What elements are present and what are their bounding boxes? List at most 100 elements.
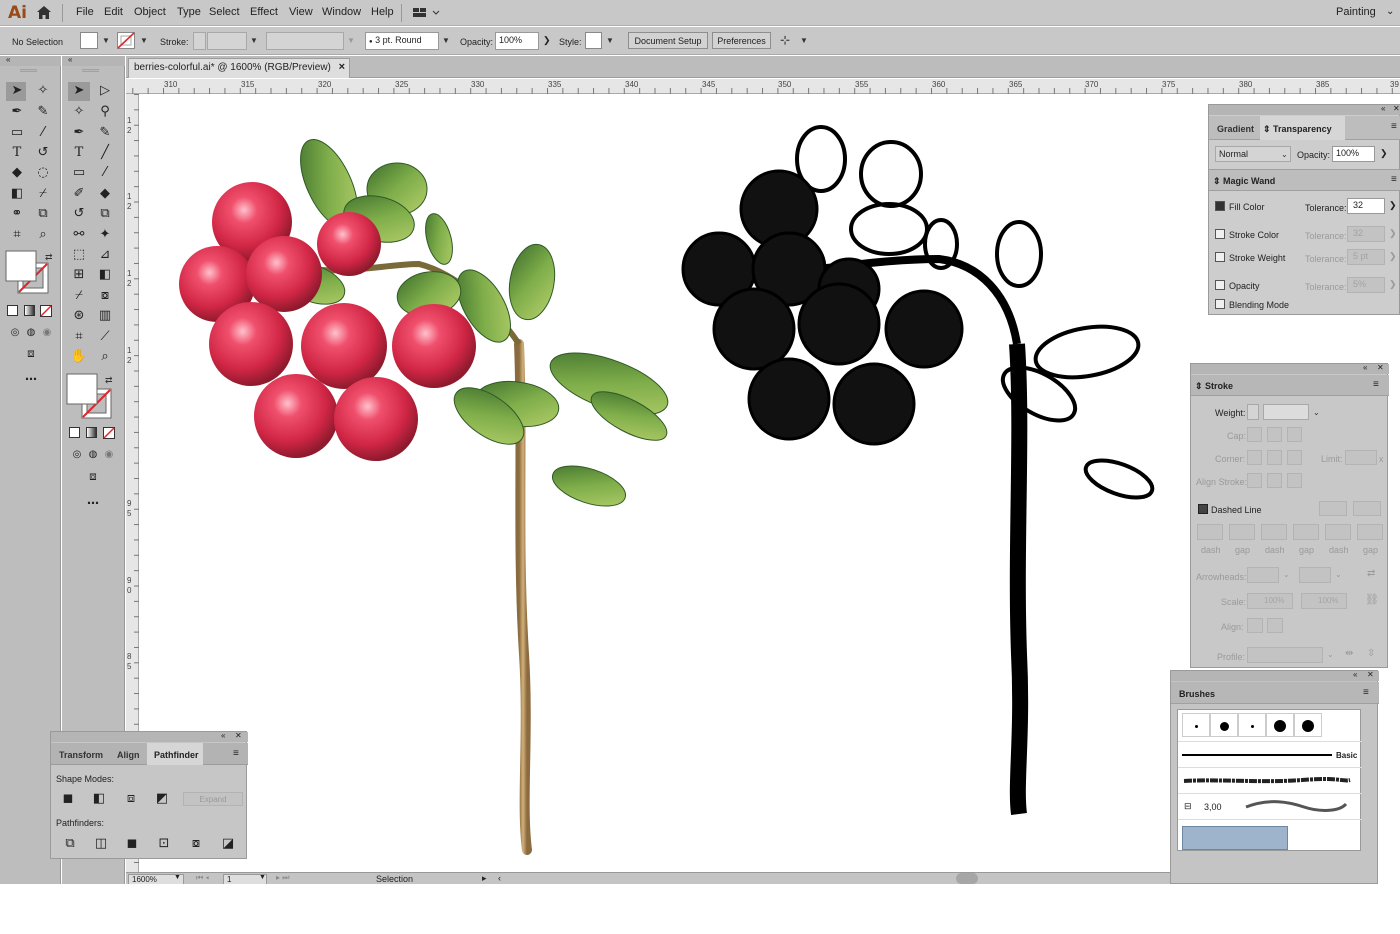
fill-stroke-swatches[interactable]: ⇄ [66, 373, 116, 419]
collapse-icon[interactable]: « [1353, 670, 1357, 679]
paintbrush-tool-icon[interactable]: ⁄ [34, 124, 52, 142]
chevron-right-icon[interactable]: ❯ [543, 35, 551, 46]
menu-file[interactable]: File [76, 6, 94, 18]
chevron-down-icon[interactable]: ⌄ [1313, 408, 1320, 417]
arrange-documents-icon[interactable] [412, 7, 442, 19]
width-tool-icon[interactable]: ⚯ [70, 226, 88, 244]
zoom-tool-icon[interactable]: ⌕ [96, 348, 114, 366]
collapse-icon[interactable]: « [221, 731, 225, 740]
stroke-weight-checkbox[interactable] [1215, 252, 1225, 262]
free-transform-tool-icon[interactable]: ⬚ [70, 246, 88, 264]
gradient-mode-icon[interactable] [86, 427, 97, 438]
eyedropper-tool-icon[interactable]: ⌿ [34, 185, 52, 203]
end-arrowhead-dropdown[interactable] [1299, 567, 1331, 583]
magic-wand-tool-icon[interactable]: ✧ [70, 103, 88, 121]
first-artboard-icon[interactable]: ⏮ ◂ [196, 873, 209, 883]
menu-type[interactable]: Type [177, 6, 201, 18]
menu-view[interactable]: View [289, 6, 313, 18]
close-tab-icon[interactable]: × [339, 61, 345, 73]
preferences-button[interactable]: Preferences [712, 32, 771, 49]
symbol-sprayer-tool-icon[interactable]: ⊛ [70, 307, 88, 325]
menu-object[interactable]: Object [134, 6, 166, 18]
blend-tool-icon[interactable]: ⧇ [96, 287, 114, 305]
blending-mode-checkbox[interactable] [1215, 299, 1225, 309]
document-tab[interactable]: berries-colorful.ai* @ 1600% (RGB/Previe… [128, 58, 350, 78]
curvature-tool-icon[interactable]: ✎ [96, 124, 114, 142]
tab-transparency[interactable]: ⇕ Transparency [1263, 124, 1332, 135]
draw-inside-icon[interactable]: ◉ [38, 324, 56, 342]
link-scale-icon[interactable]: ⛓ [1365, 593, 1379, 606]
tab-gradient[interactable]: Gradient [1217, 124, 1254, 134]
panel-menu-icon[interactable]: ≡ [233, 748, 239, 759]
weight-stepper[interactable] [1247, 404, 1259, 420]
minus-back-icon[interactable]: ◪ [221, 837, 235, 851]
crop-icon[interactable]: ⊡ [157, 837, 171, 851]
stroke-weight-stepper[interactable] [193, 32, 206, 50]
opacity-checkbox[interactable] [1215, 280, 1225, 290]
butt-cap-button[interactable] [1247, 427, 1262, 442]
chevron-right-icon[interactable]: ❯ [1389, 251, 1397, 262]
brush-basic-row[interactable]: Basic [1178, 741, 1362, 767]
chevron-right-icon[interactable]: ❯ [1389, 200, 1397, 211]
flip-horizontal-icon[interactable]: ⇹ [1345, 648, 1353, 659]
fill-color-checkbox[interactable] [1215, 201, 1225, 211]
puppet-warp-tool-icon[interactable]: ✦ [96, 226, 114, 244]
brushes-tab[interactable]: Brushes [1179, 689, 1215, 699]
start-scale-field[interactable]: 100% [1247, 593, 1293, 609]
horizontal-scrollbar-thumb[interactable] [956, 873, 978, 884]
direct-selection-tool-icon[interactable]: ▷ [96, 82, 114, 100]
chevron-down-icon[interactable]: ⌄ [1283, 570, 1290, 579]
collapse-icon[interactable]: « [6, 55, 10, 64]
none-mode-icon[interactable] [103, 427, 115, 439]
menu-effect[interactable]: Effect [250, 6, 278, 18]
close-icon[interactable]: ✕ [235, 731, 242, 740]
fill-swatch[interactable] [80, 32, 98, 49]
none-mode-icon[interactable] [40, 305, 52, 317]
chevron-down-icon[interactable]: ▼ [174, 874, 181, 881]
fill-tolerance-field[interactable]: 32 [1347, 198, 1385, 214]
chevron-right-icon[interactable]: ❯ [1380, 148, 1388, 159]
pen-tool-icon[interactable]: ✒ [70, 124, 88, 142]
chevron-right-icon[interactable]: ❯ [1389, 279, 1397, 290]
panel-menu-icon[interactable]: ≡ [1363, 687, 1369, 698]
stroke-color-tolerance-field[interactable]: 32 [1347, 226, 1385, 242]
magic-wand-tool-icon[interactable]: ✧ [34, 82, 52, 100]
brush-swatch[interactable] [1294, 713, 1322, 737]
chevron-down-icon[interactable]: ⌄ [1335, 570, 1342, 579]
collapse-icon[interactable]: « [1363, 363, 1367, 372]
artboard-tool-icon[interactable]: ⌗ [70, 328, 88, 346]
opacity-field[interactable]: 100% [1332, 146, 1375, 162]
panel-menu-icon[interactable]: ≡ [1391, 121, 1397, 132]
brush-swatch[interactable] [1210, 713, 1238, 737]
more-tools-icon[interactable]: ⋯ [84, 494, 102, 512]
gap-field-2[interactable] [1293, 524, 1319, 540]
stroke-tab[interactable]: ⇕ Stroke [1195, 381, 1233, 392]
arrange-icon[interactable]: ⊹ [780, 33, 790, 47]
collapse-icon[interactable]: « [1381, 104, 1385, 113]
brush-swatch[interactable] [1182, 713, 1210, 737]
brush-swatch[interactable] [1266, 713, 1294, 737]
gap-field-3[interactable] [1357, 524, 1383, 540]
artboard-tool-icon[interactable]: ⌗ [8, 226, 26, 244]
chevron-down-icon[interactable]: ▼ [347, 36, 355, 45]
pen-tool-icon[interactable]: ✒ [8, 103, 26, 121]
panel-menu-icon[interactable]: ≡ [1391, 174, 1397, 185]
fill-stroke-swatches[interactable]: ⇄ [5, 250, 55, 296]
eraser-tool-icon[interactable]: ◆ [96, 185, 114, 203]
brush-pattern-row[interactable]: ⊟ 3,00 [1178, 793, 1362, 819]
brush-options-icon[interactable]: ⊟ [1184, 801, 1192, 812]
swap-arrowheads-icon[interactable]: ⇄ [1367, 568, 1375, 579]
bevel-join-button[interactable] [1287, 450, 1302, 465]
start-arrowhead-dropdown[interactable] [1247, 567, 1279, 583]
blend-mode-dropdown[interactable]: Normal [1215, 146, 1291, 162]
home-icon[interactable] [36, 5, 52, 20]
round-cap-button[interactable] [1267, 427, 1282, 442]
variable-width-profile[interactable] [266, 32, 344, 50]
brush-swatch[interactable] [1238, 713, 1266, 737]
dash-field-2[interactable] [1261, 524, 1287, 540]
status-menu-icon[interactable]: ▸ [482, 873, 487, 884]
blob-brush-tool-icon[interactable]: ✐ [70, 185, 88, 203]
chevron-down-icon[interactable]: ▼ [140, 36, 148, 45]
opacity-tolerance-field[interactable]: 5% [1347, 277, 1385, 293]
menu-help[interactable]: Help [371, 6, 394, 18]
